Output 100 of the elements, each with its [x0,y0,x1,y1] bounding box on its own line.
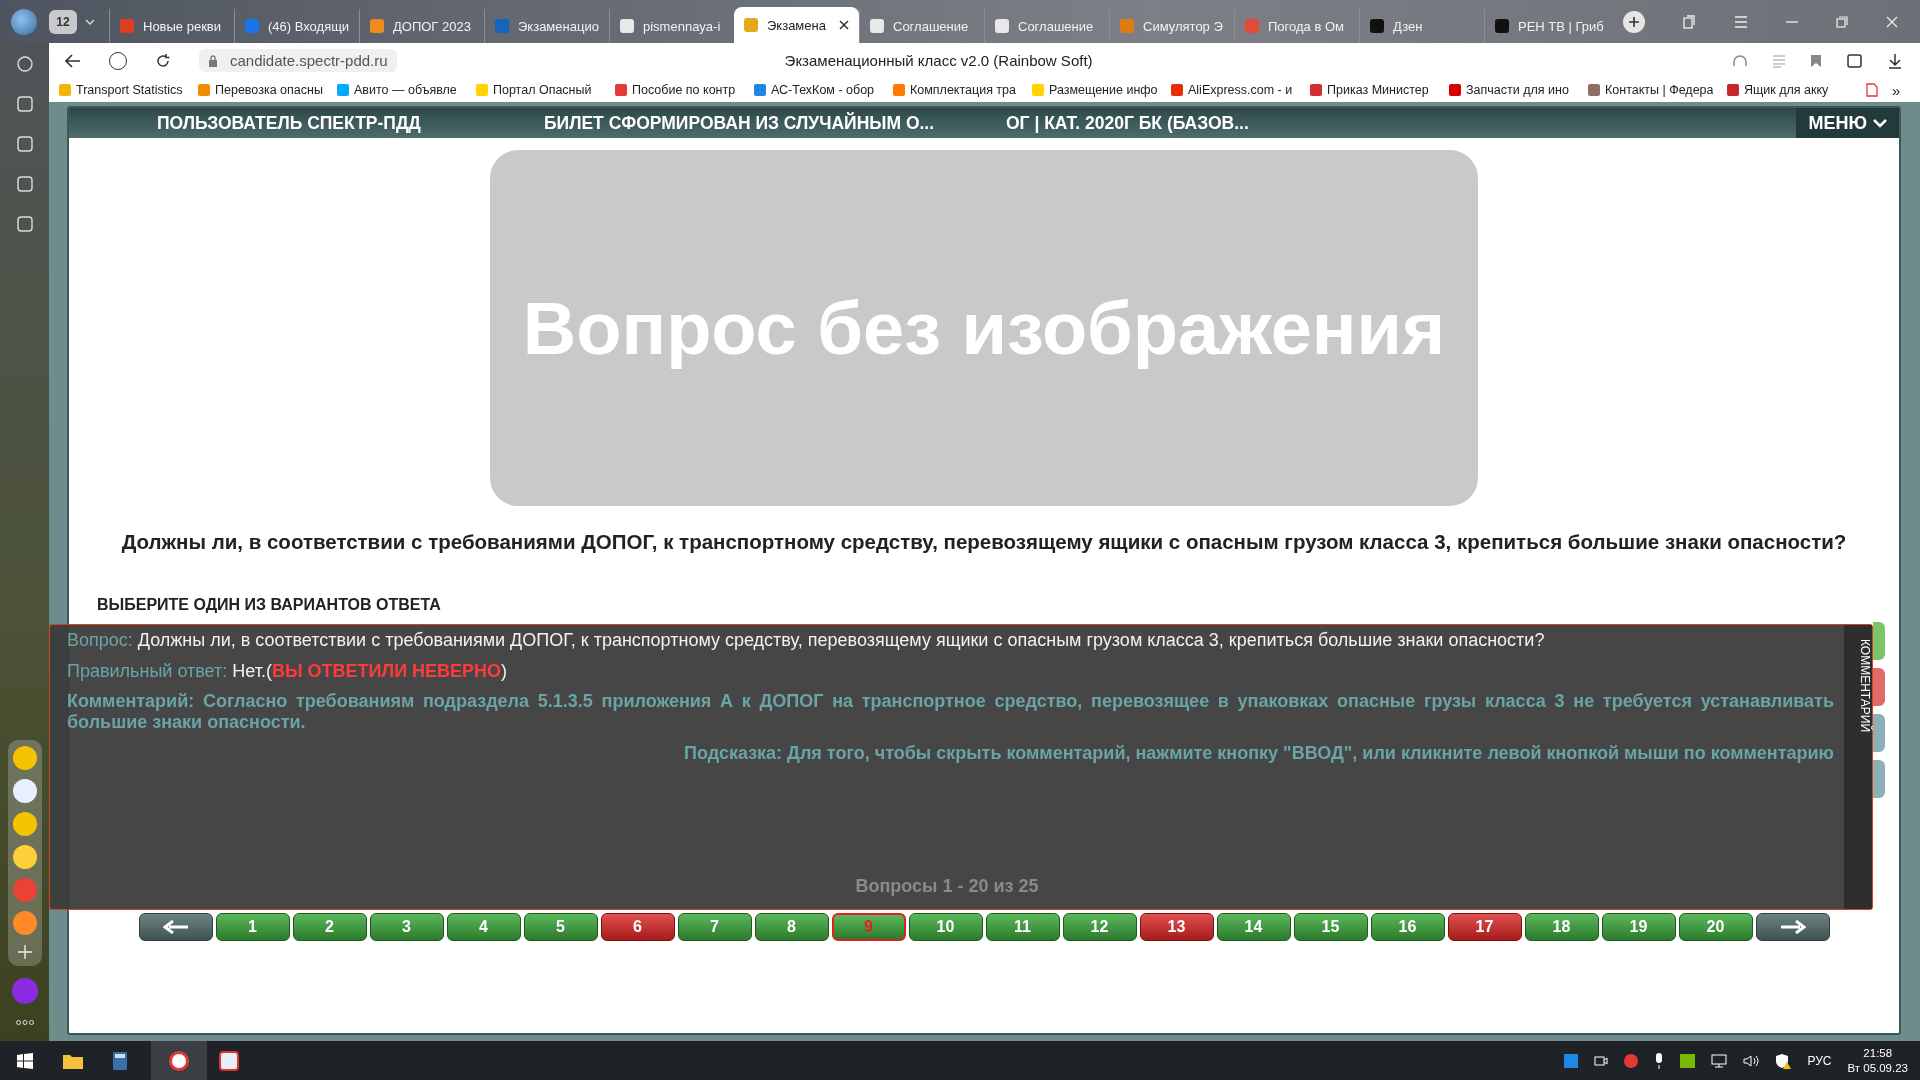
previous-button[interactable] [138,913,213,941]
caret-icon[interactable] [85,18,95,25]
browser-tab[interactable]: РЕН ТВ | Гриб [1484,9,1609,43]
bookmark-link[interactable]: Комплектация тра [893,83,1018,97]
correct-answer: Правильный ответ: Нет.(ВЫ ОТВЕТИЛИ НЕВЕРНО) [67,660,509,683]
bookmark-link[interactable]: Размещение инфо [1032,83,1157,97]
comment-text: Комментарий: Согласно требованиям подраздела 5.1.3.5 приложения А к ДОПОГ на транспортное средство, перевозящее в упаковках опасные грузы класса 3 не требуется устанавливать большие знаки опасности. [67,691,1834,733]
question-number-button[interactable]: 20 [1678,913,1753,941]
bookmark-link[interactable]: Запчасти для ино [1449,83,1574,97]
app-icon[interactable] [12,779,37,803]
question-number-button[interactable]: 1 [215,913,290,941]
question-number-button[interactable]: 18 [1524,913,1599,941]
more-icon[interactable] [15,1020,34,1025]
comment-question: Вопрос: Должны ли, в соответствии с требованиями ДОПОГ, к транспортному средству, перевозящему ящики с опасным грузом класса 3, крепиться большие знаки опасности? [67,629,1546,652]
browser-tab[interactable]: Новые рекви [109,9,234,43]
browser-tab[interactable]: Соглашение [859,9,984,43]
extensions-icon[interactable] [1846,52,1864,69]
menu-icon[interactable] [1734,15,1748,28]
add-icon[interactable] [16,944,33,960]
app-icon[interactable] [12,746,37,770]
download-icon[interactable] [1888,52,1902,69]
reload-icon[interactable] [155,52,171,69]
bookmark-icon[interactable] [1810,53,1822,68]
tab-count[interactable]: 12 [49,9,77,34]
camera-tray-icon[interactable] [1594,1054,1609,1067]
question-number-button[interactable]: 2 [292,913,367,941]
question-number-button[interactable]: 5 [523,913,598,941]
bookmark-link[interactable]: AliExpress.com - и [1171,83,1296,97]
more-bookmarks-button[interactable]: » [1892,81,1901,99]
question-number-button[interactable]: 15 [1293,913,1368,941]
question-number-button[interactable]: 16 [1370,913,1445,941]
start-icon[interactable] [17,1052,33,1069]
menu-button[interactable]: МЕНЮ [1796,108,1899,138]
right-arrow-icon [1779,920,1806,934]
browser-taskbar-icon[interactable] [151,1041,207,1080]
header-label: ПОЛЬЗОВАТЕЛЬ СПЕКТР-ПДД [157,112,422,134]
microphone-icon[interactable] [1654,1052,1665,1069]
browser-tab[interactable]: Экзаменацио [484,9,609,43]
app-icon[interactable] [12,845,37,869]
comment-tab[interactable]: КОММЕНТАРИЙ [1844,625,1872,909]
header-label: БИЛЕТ СФОРМИРОВАН ИЗ СЛУЧАЙНЫМ О... [544,112,936,134]
minimize-icon[interactable] [1786,20,1798,23]
question-number-button[interactable]: 8 [754,913,829,941]
bookmark-link[interactable]: Пособие по контр [615,83,740,97]
profile-avatar[interactable] [11,8,37,35]
question-number-button[interactable]: 6 [600,913,675,941]
network-icon[interactable] [1711,1053,1728,1068]
app-tray-icon[interactable] [1564,1053,1579,1068]
collections-icon[interactable] [1682,14,1696,29]
bookmark-link[interactable]: Transport Statistics [59,83,184,97]
comment-dialog[interactable] [49,624,1873,910]
left-arrow-icon [162,920,189,934]
close-icon[interactable] [839,20,849,30]
question-text: Должны ли, в соответствии с требованиями ДОПОГ, к транспортному средству, перевозящему ящики с опасным грузом класса 3, крепиться большие знаки опасности? [120,530,1848,554]
browser-tab[interactable]: Дзен [1359,9,1484,43]
bookmark-link[interactable]: Контакты | Федера [1588,83,1713,97]
browser-tab[interactable]: Симулятор Э [1109,9,1234,43]
answer-option[interactable] [1873,668,1885,706]
folder-icon[interactable] [63,1052,83,1069]
browser-tab[interactable]: Экзамена [734,7,859,43]
bookmark-link[interactable]: АС-ТехКом - обор [754,83,879,97]
clock[interactable]: 21:58 Вт 05.09.23 [1847,1045,1908,1076]
pdf-icon[interactable] [1866,83,1878,97]
question-number-button[interactable]: 11 [985,913,1060,941]
question-number-button[interactable]: 10 [908,913,983,941]
question-number-button[interactable]: 13 [1139,913,1214,941]
question-number-button[interactable]: 4 [446,913,521,941]
browser-tab[interactable]: Погода в Ом [1234,9,1359,43]
question-number-button[interactable]: 7 [677,913,752,941]
chevron-icon [1873,118,1887,128]
plus-icon [1628,15,1640,28]
bookmark-link[interactable]: Авито — объявле [337,83,462,97]
back-icon[interactable] [65,53,81,68]
shield-warning-icon[interactable] [1775,1052,1792,1069]
address-field[interactable]: candidate.spectr-pdd.ru [199,49,397,72]
volume-icon[interactable] [1743,1053,1760,1068]
question-number-button[interactable]: 17 [1447,913,1522,941]
header-label: ОГ | КАТ. 2020Г БК (БАЗОВ... [1006,112,1249,134]
browser-tab[interactable]: Соглашение [984,9,1109,43]
calculator-icon[interactable] [113,1051,127,1070]
bookmark-link[interactable]: Перевозка опасны [198,83,323,97]
next-button[interactable] [1755,913,1830,941]
bookmark-link[interactable]: Ящик для акку [1727,83,1852,97]
browser-tab[interactable]: (46) Входящи [234,9,359,43]
question-number-button[interactable]: 14 [1216,913,1291,941]
headphones-icon[interactable] [1732,53,1748,68]
hint-text: Подсказка: Для того, чтобы скрыть комментарий, нажмите кнопку "ВВОД", или кликните левой кнопкой мыши по комментарию [683,743,1834,764]
question-number-button[interactable]: 3 [369,913,444,941]
page-title: Экзаменационный класс v2.0 (Rainbow Soft) [784,52,1093,69]
bookmark-link[interactable]: Портал Опасный [476,83,601,97]
bookmark-link[interactable]: Приказ Министер [1310,83,1435,97]
question-number-button[interactable]: 19 [1601,913,1676,941]
new-tab-button[interactable] [1623,10,1645,33]
language-indicator[interactable]: РУС [1807,1053,1832,1068]
app-taskbar-icon[interactable] [219,1050,239,1071]
question-number-button[interactable]: 12 [1062,913,1137,941]
restore-icon[interactable] [1836,15,1848,28]
browser-tab[interactable]: ДОПОГ 2023 [359,9,484,43]
app-icon[interactable] [12,812,37,836]
lock-icon [208,54,218,67]
